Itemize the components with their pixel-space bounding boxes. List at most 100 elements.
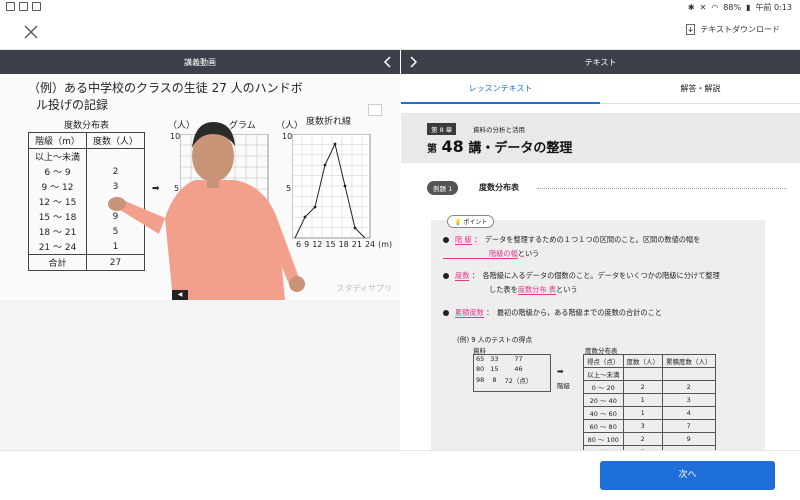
- image-icon: [32, 2, 41, 11]
- battery-text: 88%: [723, 3, 742, 12]
- bullet-icon: [443, 310, 449, 316]
- definition-item: 度数 ： 各階級に入るデータの個数のこと。データをいくつかの階級に分けて整理 し…: [443, 269, 720, 297]
- x-tick: 18: [338, 240, 349, 249]
- lightbulb-icon: 💡: [454, 219, 462, 226]
- table-cell: 80 〜 100: [583, 432, 624, 446]
- download-label: テキストダウンロード: [700, 25, 780, 34]
- table-cell: 2: [662, 380, 716, 394]
- mute-icon: ✕: [699, 3, 707, 12]
- x-tick: 12: [312, 240, 323, 249]
- video-control-button[interactable]: ◀: [172, 290, 188, 300]
- table-cell: 3: [622, 419, 663, 433]
- clock: 午前 0:13: [755, 3, 792, 12]
- chevron-left-icon[interactable]: [382, 54, 394, 70]
- dotted-divider: [537, 188, 787, 189]
- definition-text: という: [517, 249, 540, 258]
- tab-answers[interactable]: 解答・解説: [601, 74, 800, 104]
- definition-term: 階級の幅: [443, 249, 518, 259]
- table-header: 階級（m）: [27, 132, 88, 149]
- bluetooth-icon: ✱: [687, 3, 695, 12]
- table-cell: 21 〜 24: [27, 239, 88, 255]
- status-bar: ✱ ✕ ◠ 88% ▮ 午前 0:13: [0, 0, 800, 14]
- example-badge-number: 1: [448, 185, 453, 193]
- table-cell: 6 〜 9: [27, 164, 88, 179]
- pen-icon[interactable]: [368, 104, 382, 116]
- mail-icon: [19, 2, 28, 11]
- bullet-icon: [443, 237, 449, 243]
- table-cell: 3: [662, 393, 716, 407]
- class-label: 階級: [557, 382, 570, 390]
- definition-term: 度数: [455, 271, 470, 281]
- table-cell: 12 〜 15: [27, 194, 88, 209]
- definition-text: した表を: [489, 285, 518, 294]
- definition-item: 階 級 ： データを整理するための１つ１つの区間のこと。区間の数値の幅を 階級の…: [443, 233, 700, 261]
- point-label-text: ポイント: [463, 219, 488, 226]
- lecture-video[interactable]: （例）ある中学校のクラスの生徒 27 人のハンドボ ル投げの記録 度数分布表 階…: [0, 74, 400, 300]
- definition-term: 度数分布 表: [517, 285, 556, 295]
- x-tick: 21: [351, 240, 362, 249]
- table-total-label: 合計: [27, 254, 88, 271]
- x-tick: 15: [325, 240, 336, 249]
- lesson-text-area[interactable]: 第 8 章 資料の分析と活用 第 48 講・データの整理 例題 1 度数分布表 …: [401, 105, 800, 450]
- cumulative-frequency-table: 得点（点） 度数（人） 累積度数（人） 以上〜未満 0 〜 20 2 2 20 〜 …: [583, 354, 716, 450]
- arrow-icon: ➡: [557, 367, 564, 376]
- table-cell: 20 〜 40: [583, 393, 624, 407]
- wifi-icon: ◠: [711, 3, 719, 12]
- lecture-video-title: 講義動画: [184, 58, 216, 67]
- definition-text: という: [556, 285, 578, 294]
- video-title-line1: （例）ある中学校のクラスの生徒 27 人のハンドボ: [28, 81, 303, 95]
- video-below-area: [0, 300, 400, 450]
- table-cell: 9: [662, 432, 716, 446]
- raw-data-frame: [473, 354, 551, 392]
- gallery-icon: [6, 2, 15, 11]
- table-cell: 1: [622, 406, 663, 420]
- close-icon[interactable]: [22, 23, 40, 41]
- bullet-icon: [443, 273, 449, 279]
- table-cell: 4: [662, 406, 716, 420]
- table-subheader: 以上〜未満: [583, 367, 624, 381]
- polygon-axis-unit: （人）: [276, 121, 304, 131]
- lecture-video-header: 講義動画: [0, 50, 400, 74]
- text-header-title: テキスト: [584, 58, 617, 67]
- chapter-tag: 第 8 章: [427, 123, 457, 135]
- download-icon: [686, 24, 696, 35]
- lesson-title: 第 48 講・データの整理: [427, 137, 572, 156]
- x-tick: 6: [296, 240, 302, 249]
- top-bar: テキストダウンロード: [0, 14, 800, 50]
- example-badge-label: 例題: [433, 185, 446, 193]
- polygon-title: 度数折れ線: [306, 117, 352, 127]
- table-cell: 0 〜 20: [583, 380, 624, 394]
- chapter-banner: 第 8 章 資料の分析と活用 第 48 講・データの整理: [401, 113, 800, 163]
- chapter-subtitle: 資料の分析と活用: [473, 126, 525, 134]
- polygon-x-ticks: 6 9 12 15 18 21 24 (m): [296, 240, 392, 249]
- text-header: テキスト: [401, 50, 800, 74]
- lesson-number: 48: [441, 137, 464, 156]
- text-download-button[interactable]: テキストダウンロード: [686, 24, 780, 35]
- table-header: 度数（人）: [622, 354, 663, 368]
- table-cell: 60 〜 80: [583, 419, 624, 433]
- definition-term: 累積度数: [455, 308, 484, 318]
- definition-item: 累積度数 ： 最初の階級から，ある階級までの度数の合計のこと: [443, 306, 662, 320]
- definition-term: 階 級: [455, 235, 472, 245]
- table-header: 得点（点）: [583, 354, 624, 368]
- definition-text: ： データを整理するための１つ１つの区間のこと。区間の数値の幅を: [473, 235, 701, 244]
- x-tick: 24: [364, 240, 376, 249]
- battery-icon: ▮: [746, 3, 751, 12]
- table-cell: 2: [622, 380, 663, 394]
- text-tabs: レッスンテキスト 解答・解説: [401, 74, 800, 104]
- table-cell: 7: [662, 419, 716, 433]
- definition-text: ： 各階級に入るデータの個数のこと。データをいくつかの階級に分けて整理: [471, 271, 720, 280]
- polygon-y-tick: 5: [286, 184, 292, 193]
- frequency-polygon-chart: [292, 134, 371, 239]
- example-title: 度数分布表: [479, 183, 519, 192]
- tab-lesson-text[interactable]: レッスンテキスト: [401, 74, 600, 104]
- table-cell: 9 〜 12: [27, 179, 88, 194]
- next-button[interactable]: 次へ: [600, 461, 775, 490]
- definition-text: ： 最初の階級から，ある階級までの度数の合計のこと: [486, 308, 662, 317]
- polygon-y-tick: 10: [282, 132, 293, 141]
- lesson-prefix: 第: [427, 144, 437, 155]
- table-subheader: 以上〜未満: [27, 148, 88, 164]
- example-subtitle: (例) 9 人のテストの得点: [457, 336, 533, 344]
- example-heading: 例題 1 度数分布表: [427, 181, 787, 195]
- video-watermark: スタディサプリ: [336, 284, 392, 293]
